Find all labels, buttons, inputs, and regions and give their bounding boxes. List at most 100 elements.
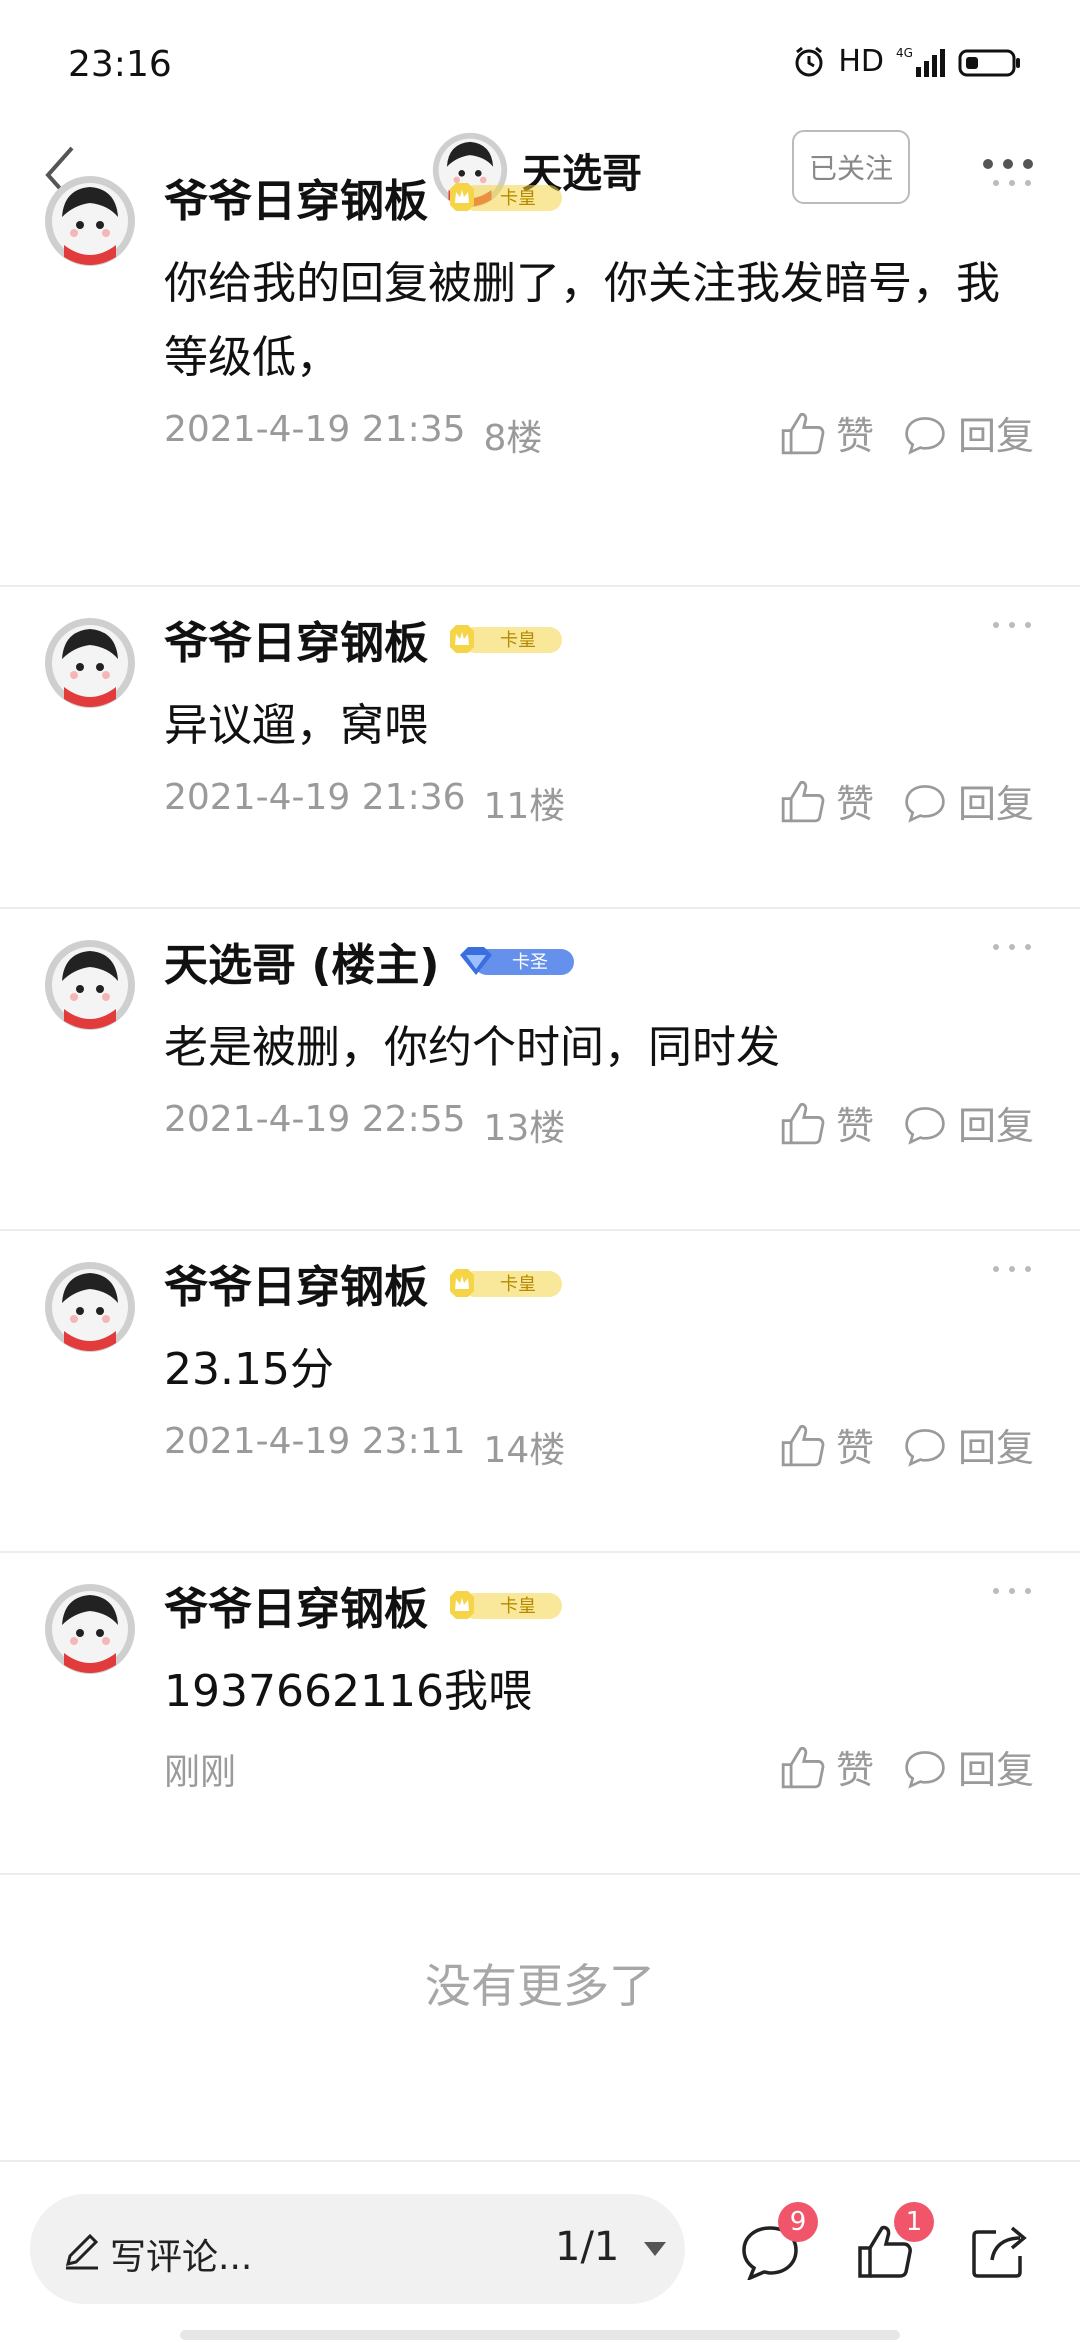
comment-header: 爷爷日穿钢板 卡皇: [164, 1251, 564, 1315]
home-indicator[interactable]: [180, 2330, 900, 2340]
status-time: 23:16: [68, 44, 172, 85]
user-avatar[interactable]: [44, 175, 136, 267]
reply-label: 回复: [957, 1426, 1034, 1470]
thumbs-up-icon: [781, 412, 825, 454]
badge-label: 卡圣: [512, 952, 548, 973]
username[interactable]: 爷爷日穿钢板: [164, 1251, 428, 1315]
reply-button[interactable]: 回复: [902, 405, 1034, 460]
reply-label: 回复: [957, 782, 1034, 826]
thumbs-up-icon: [781, 1424, 825, 1466]
thumbs-up-icon: [781, 1746, 825, 1788]
comments-button[interactable]: 9: [740, 2202, 818, 2284]
comment-item[interactable]: 爷爷日穿钢板 卡皇 异议遛，窝喂 2021-4-19 21:36 11楼 赞 回…: [0, 587, 1080, 909]
comment-actions: 赞 回复: [780, 1095, 1034, 1150]
signal-icon: 4G: [896, 46, 945, 77]
comment-text: 你给我的回复被删了，你关注我发暗号，我等级低，: [164, 258, 1000, 383]
comment-time: 2021-4-19 21:35: [164, 409, 466, 450]
share-icon: [972, 2226, 1027, 2278]
comment-more-icon[interactable]: [990, 937, 1034, 957]
follow-button[interactable]: 已关注: [792, 130, 910, 204]
reply-button[interactable]: 回复: [902, 773, 1034, 828]
comment-actions: 赞 回复: [780, 1739, 1034, 1794]
crown-badge-icon: 卡皇: [450, 1591, 562, 1619]
comment-text: 异议遛，窝喂: [164, 700, 428, 751]
like-button[interactable]: 赞: [780, 1739, 874, 1794]
status-bar: 23:16 HD 4G: [0, 0, 1080, 130]
comment-meta: 2021-4-19 21:36 11楼: [164, 777, 565, 829]
pen-icon: [65, 2233, 99, 2270]
reply-button[interactable]: 回复: [902, 1417, 1034, 1472]
status-icons: HD 4G: [792, 44, 1022, 79]
crown-badge-icon: 卡皇: [450, 1269, 562, 1297]
like-button[interactable]: 赞: [780, 1095, 874, 1150]
thumbs-up-icon: [781, 1102, 825, 1144]
reply-label: 回复: [957, 1104, 1034, 1148]
comment-actions: 赞 回复: [780, 405, 1034, 460]
like-button[interactable]: 赞: [780, 405, 874, 460]
comment-item[interactable]: 爷爷日穿钢板 卡皇 你给我的回复被删了，你关注我发暗号，我等级低， 2021-4…: [0, 176, 1080, 587]
thumbs-up-icon: [781, 780, 825, 822]
comment-bubble-icon: [905, 416, 945, 455]
comment-meta: 2021-4-19 21:35 8楼: [164, 409, 542, 461]
comment-header: 爷爷日穿钢板 卡皇: [164, 1573, 564, 1637]
reply-button[interactable]: 回复: [902, 1095, 1034, 1150]
comment-time: 2021-4-19 23:11: [164, 1421, 466, 1462]
comment-more-icon[interactable]: [990, 1581, 1034, 1601]
comment-floor: 14楼: [483, 1430, 566, 1471]
reply-label: 回复: [957, 1748, 1034, 1792]
badge-label: 卡皇: [500, 1596, 536, 1617]
diamond-badge-icon: 卡圣: [459, 947, 574, 975]
like-label: 赞: [835, 1104, 874, 1148]
username[interactable]: 天选哥 (楼主): [164, 929, 440, 993]
reply-label: 回复: [957, 414, 1034, 458]
like-count-badge: 1: [894, 2202, 934, 2242]
svg-text:4G: 4G: [896, 46, 913, 60]
username[interactable]: 爷爷日穿钢板: [164, 165, 428, 229]
comment-item[interactable]: 爷爷日穿钢板 卡皇 23.15分 2021-4-19 23:11 14楼 赞 回…: [0, 1231, 1080, 1553]
comment-bubble-icon: [905, 1428, 945, 1467]
badge-label: 卡皇: [500, 188, 536, 209]
comment-bubble-icon: [905, 1750, 945, 1789]
user-avatar[interactable]: [44, 617, 136, 709]
write-comment-placeholder: 写评论...: [110, 2237, 253, 2278]
like-button[interactable]: 赞: [780, 1417, 874, 1472]
like-label: 赞: [835, 782, 874, 826]
page-indicator[interactable]: 1/1: [555, 2224, 619, 2270]
comment-time: 2021-4-19 21:36: [164, 777, 466, 818]
comment-meta: 刚刚: [164, 1743, 254, 1795]
like-button[interactable]: 赞: [780, 773, 874, 828]
user-avatar[interactable]: [44, 1583, 136, 1675]
comment-item[interactable]: 爷爷日穿钢板 卡皇 1937662116我喂 刚刚 赞 回复: [0, 1553, 1080, 1875]
comment-header: 天选哥 (楼主) 卡圣: [164, 929, 576, 993]
badge-label: 卡皇: [500, 630, 536, 651]
comment-time: 刚刚: [164, 1752, 237, 1793]
comment-item[interactable]: 天选哥 (楼主) 卡圣 老是被删，你约个时间，同时发 2021-4-19 22:…: [0, 909, 1080, 1231]
comment-more-icon[interactable]: [990, 173, 1034, 193]
comment-list: 爷爷日穿钢板 卡皇 你给我的回复被删了，你关注我发暗号，我等级低， 2021-4…: [0, 176, 1080, 1875]
like-thread-button[interactable]: 1: [856, 2202, 934, 2284]
share-button[interactable]: [970, 2222, 1028, 2284]
comment-more-icon[interactable]: [990, 615, 1034, 635]
like-label: 赞: [835, 1748, 874, 1792]
comment-header: 爷爷日穿钢板 卡皇: [164, 607, 564, 671]
comment-bubble-icon: [905, 784, 945, 823]
bottom-bar: 写评论... 1/1 9 1: [0, 2160, 1080, 2342]
like-label: 赞: [835, 1426, 874, 1470]
hd-indicator: HD: [838, 44, 884, 79]
reply-button[interactable]: 回复: [902, 1739, 1034, 1794]
comment-header: 爷爷日穿钢板 卡皇: [164, 165, 564, 229]
alarm-icon: [795, 46, 823, 76]
no-more-label: 没有更多了: [425, 1959, 655, 2013]
user-avatar[interactable]: [44, 939, 136, 1031]
username[interactable]: 爷爷日穿钢板: [164, 1573, 428, 1637]
comment-actions: 赞 回复: [780, 1417, 1034, 1472]
username[interactable]: 爷爷日穿钢板: [164, 607, 428, 671]
crown-badge-icon: 卡皇: [450, 183, 562, 211]
comment-count-badge: 9: [778, 2202, 818, 2242]
comment-more-icon[interactable]: [990, 1259, 1034, 1279]
chevron-down-icon[interactable]: [642, 2238, 668, 2258]
comment-text: 老是被删，你约个时间，同时发: [164, 1022, 780, 1073]
user-avatar[interactable]: [44, 1261, 136, 1353]
comment-text: 23.15分: [164, 1344, 334, 1395]
write-comment-input[interactable]: 写评论... 1/1: [30, 2194, 685, 2304]
